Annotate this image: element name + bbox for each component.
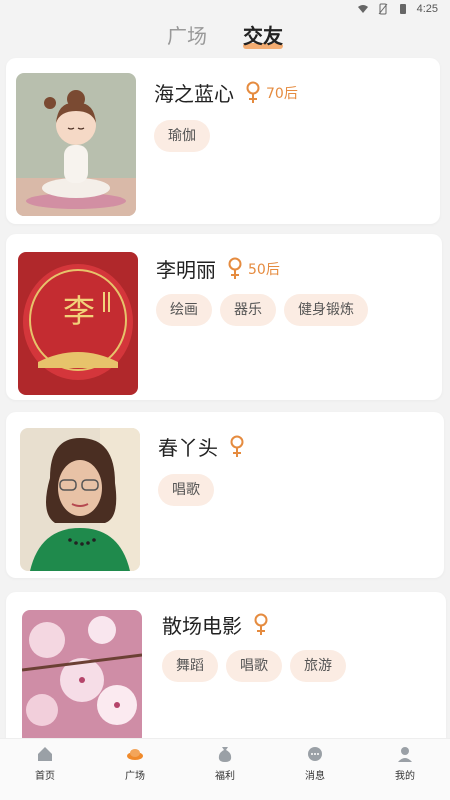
nav-welfare[interactable]: 福利 (190, 745, 260, 782)
home-icon (38, 747, 52, 761)
interest-tag: 唱歌 (226, 650, 282, 682)
female-icon (230, 435, 244, 457)
interest-tag: 唱歌 (158, 474, 214, 506)
profile-name: 春丫头 (158, 436, 218, 460)
female-icon (254, 613, 268, 635)
profile-photo[interactable] (20, 428, 140, 571)
profile-name-row: 春丫头 (158, 432, 246, 461)
interest-tags: 舞蹈 唱歌 旅游 (162, 650, 346, 682)
profile-name: 散场电影 (162, 614, 242, 638)
profile-photo[interactable] (16, 73, 136, 216)
profile-photo[interactable] (22, 610, 142, 745)
nav-messages[interactable]: 消息 (280, 745, 350, 782)
nav-home[interactable]: 首页 (10, 745, 80, 782)
nav-label: 福利 (215, 771, 235, 782)
svg-text:李: 李 (63, 292, 95, 330)
interest-tag: 旅游 (290, 650, 346, 682)
top-tabs: 广场 交友 (0, 18, 450, 52)
red-li-emblem-image: 李 (18, 252, 138, 395)
profile-name-row: 海之蓝心 70后 (154, 78, 298, 107)
cartoon-yoga-girl-image (16, 73, 136, 216)
no-sim-icon (378, 3, 387, 15)
gender-age: 50后 (226, 257, 280, 281)
person-icon (398, 747, 412, 762)
profile-name-row: 李明丽 50后 (156, 254, 280, 283)
interest-tags: 唱歌 (158, 474, 214, 506)
interest-tags: 瑜伽 (154, 120, 210, 152)
nav-profile[interactable]: 我的 (370, 745, 440, 782)
profile-name: 李明丽 (156, 258, 216, 282)
tab-friends[interactable]: 交友 (243, 20, 283, 51)
interest-tag: 舞蹈 (162, 650, 218, 682)
status-bar: 4:25 (0, 0, 450, 18)
profile-card[interactable]: 海之蓝心 70后 瑜伽 (6, 58, 440, 224)
gender-age (228, 435, 246, 459)
interest-tag: 健身锻炼 (284, 294, 368, 326)
profile-photo[interactable]: 李 (18, 252, 138, 395)
nav-label: 消息 (305, 771, 325, 782)
female-icon (246, 81, 260, 103)
tab-plaza[interactable]: 广场 (167, 20, 207, 51)
age-label: 50后 (248, 261, 280, 278)
female-icon (228, 257, 242, 279)
bottom-nav: 首页 广场 福利 消息 我的 (0, 738, 450, 800)
plaza-icon (127, 749, 143, 760)
profile-card[interactable]: 散场电影 舞蹈 唱歌 旅游 (6, 592, 446, 762)
gender-age (252, 613, 270, 637)
cherry-blossoms-image (22, 610, 142, 745)
gender-age: 70后 (244, 81, 298, 105)
message-icon (308, 747, 322, 761)
age-label: 70后 (266, 85, 298, 102)
money-bag-icon (218, 747, 232, 762)
nav-label: 我的 (395, 771, 415, 782)
profile-card[interactable]: 春丫头 唱歌 (6, 412, 444, 578)
interest-tag: 绘画 (156, 294, 212, 326)
interest-tag: 器乐 (220, 294, 276, 326)
battery-icon (399, 4, 406, 14)
status-time: 4:25 (416, 3, 438, 15)
interest-tags: 绘画 器乐 健身锻炼 (156, 294, 368, 326)
interest-tag: 瑜伽 (154, 120, 210, 152)
nav-label: 首页 (35, 771, 55, 782)
nav-plaza[interactable]: 广场 (100, 745, 170, 782)
nav-label: 广场 (125, 771, 145, 782)
woman-portrait-image (20, 428, 140, 571)
profile-name: 海之蓝心 (154, 82, 234, 106)
profile-card[interactable]: 李 李明丽 50后 绘画 器乐 健身锻炼 (6, 234, 442, 400)
profile-name-row: 散场电影 (162, 610, 270, 639)
wifi-icon (357, 5, 368, 13)
